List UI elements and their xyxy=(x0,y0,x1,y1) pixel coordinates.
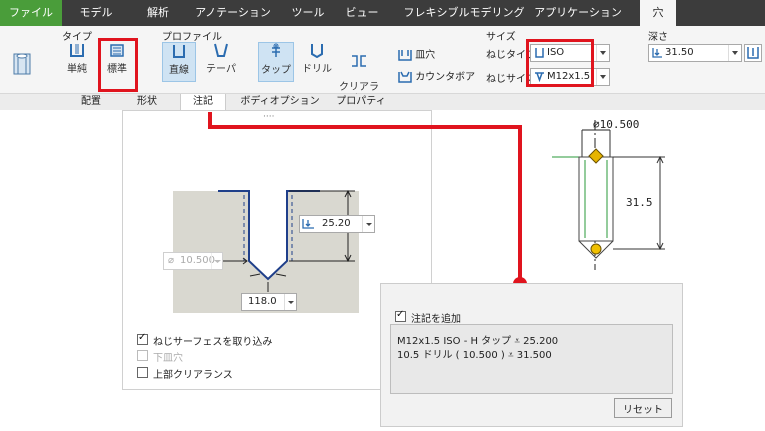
standard-highlight xyxy=(98,38,138,92)
counterbore-icon xyxy=(398,50,412,61)
chevron-down-icon[interactable] xyxy=(211,253,222,269)
reset-button[interactable]: リセット xyxy=(614,398,672,418)
straight-profile-icon xyxy=(173,45,185,58)
straight-label: 直線 xyxy=(169,65,189,76)
note-line-2: 10.5 ドリル ( 10.500 ) ⩡ 31.500 xyxy=(397,350,552,361)
lower-countersink-label: 下皿穴 xyxy=(153,353,183,364)
depth-icon xyxy=(302,219,314,229)
subtab-body-options[interactable]: ボディオプション xyxy=(236,94,324,110)
counterbore-button[interactable]: 皿穴 xyxy=(398,46,435,62)
tap-label: タップ xyxy=(261,65,291,76)
menu-tab-flexible-modeling[interactable]: フレキシブルモデリング xyxy=(400,0,528,26)
include-thread-surface-label: ねじサーフェスを取り込み xyxy=(153,337,273,348)
taper-profile-icon xyxy=(214,43,228,57)
menu-tab-hole[interactable]: 穴 xyxy=(640,0,676,26)
ribbon: タイプ 単純 標準 プロファイル 直線 テーパ タップ ドリル クリアラン ス … xyxy=(0,26,765,115)
clearance-button[interactable]: クリアラン ス xyxy=(338,42,380,115)
chevron-down-icon[interactable] xyxy=(728,45,741,61)
menu-tab-view[interactable]: ビュー xyxy=(336,0,388,26)
drawing-depth-label: 31.5 xyxy=(626,196,653,209)
add-note-label: 注記を追加 xyxy=(411,314,461,325)
depth-value: 31.50 xyxy=(665,47,694,58)
clearance-icon xyxy=(352,55,366,67)
note-line-1: M12x1.5 ISO - H タップ ⩡ 25.200 xyxy=(397,336,559,347)
taper-button[interactable]: テーパ xyxy=(204,42,238,82)
depth-group-label: 深さ xyxy=(648,32,668,43)
profile-group-label: プロファイル xyxy=(162,32,222,43)
subtab-placement[interactable]: 配置 xyxy=(68,94,114,110)
preview-diameter-value: 10.500 xyxy=(180,255,215,266)
counterbore-label: 皿穴 xyxy=(415,50,436,61)
subtab-note[interactable]: 注記 xyxy=(180,94,226,110)
drill-icon xyxy=(311,44,323,58)
preview-diameter-input[interactable]: ⌀ 10.500 xyxy=(163,252,223,270)
subtab-properties[interactable]: プロパティ xyxy=(330,94,392,110)
size-group-label: サイズ xyxy=(486,32,516,43)
preview-angle-input[interactable]: 118.0 xyxy=(241,293,297,311)
menu-tab-file[interactable]: ファイル xyxy=(0,0,62,26)
menu-bar: ファイル モデル 解析 アノテーション ツール ビュー フレキシブルモデリング … xyxy=(0,0,765,26)
countersink-label: カウンタボア xyxy=(415,72,476,83)
chevron-down-icon[interactable] xyxy=(596,45,609,61)
simple-button[interactable]: 単純 xyxy=(60,42,94,82)
hole-feature-icon xyxy=(13,53,31,75)
countersink-icon xyxy=(398,71,412,83)
simple-hole-icon xyxy=(70,44,84,57)
preview-angle-value: 118.0 xyxy=(248,296,277,307)
subtab-strip: 配置 形状 注記 ボディオプション プロパティ xyxy=(0,94,765,110)
menu-tab-analysis[interactable]: 解析 xyxy=(130,0,186,26)
drill-button[interactable]: ドリル xyxy=(300,42,334,82)
include-thread-surface-checkbox[interactable] xyxy=(137,332,148,345)
tap-icon xyxy=(272,43,280,57)
menu-tab-annotation[interactable]: アノテーション xyxy=(190,0,276,26)
drill-label: ドリル xyxy=(302,64,332,75)
depth-option-icon[interactable] xyxy=(744,44,762,62)
drawing-diameter-label: ⌀10.500 xyxy=(593,118,640,131)
add-note-checkbox[interactable] xyxy=(395,309,406,322)
chevron-down-icon[interactable] xyxy=(284,294,296,310)
size-highlight xyxy=(526,39,594,87)
depth-icon xyxy=(652,48,662,58)
preview-depth-input[interactable]: 25.20 xyxy=(299,215,375,233)
upper-clearance-label: 上部クリアランス xyxy=(153,370,233,381)
upper-clearance-checkbox[interactable] xyxy=(137,367,148,378)
taper-label: テーパ xyxy=(206,64,236,75)
diameter-icon: ⌀ xyxy=(168,255,175,266)
note-popup: 注記を追加 M12x1.5 ISO - H タップ ⩡ 25.200 10.5 … xyxy=(380,283,683,427)
lower-countersink-checkbox[interactable] xyxy=(137,350,148,361)
chevron-down-icon[interactable] xyxy=(362,216,374,232)
tap-button[interactable]: タップ xyxy=(258,42,294,82)
note-text-area[interactable]: M12x1.5 ISO - H タップ ⩡ 25.200 10.5 ドリル ( … xyxy=(390,324,673,394)
menu-tab-model[interactable]: モデル xyxy=(68,0,124,26)
type-group-label: タイプ xyxy=(62,32,92,43)
straight-button[interactable]: 直線 xyxy=(162,42,196,82)
menu-tab-applications[interactable]: アプリケーション xyxy=(532,0,624,26)
countersink-button[interactable]: カウンタボア xyxy=(398,68,475,84)
menu-tab-tools[interactable]: ツール xyxy=(282,0,334,26)
subtab-shape[interactable]: 形状 xyxy=(124,94,170,110)
simple-label: 単純 xyxy=(67,64,87,75)
chevron-down-icon[interactable] xyxy=(596,69,609,85)
depth-select[interactable]: 31.50 xyxy=(648,44,742,62)
preview-depth-value: 25.20 xyxy=(322,218,351,229)
hole-drawing xyxy=(552,120,665,270)
